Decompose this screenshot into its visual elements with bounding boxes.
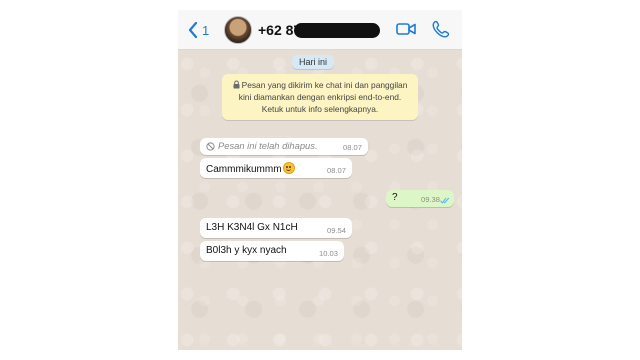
read-ticks-icon — [440, 197, 450, 204]
message-time: 10.03 — [318, 249, 338, 258]
message-time: 09.38 — [420, 195, 440, 204]
phone-icon — [432, 20, 450, 38]
message-time: 08.07 — [326, 166, 346, 175]
message-bubble-incoming[interactable]: Cammmikummm 08.07 — [200, 158, 352, 178]
lock-icon — [233, 80, 240, 89]
message-text: B0l3h y kyx nyach — [206, 245, 287, 256]
back-button[interactable]: 1 — [188, 18, 209, 42]
video-call-button[interactable] — [396, 22, 416, 41]
message-text: Pesan ini telah dihapus. — [218, 140, 318, 151]
encryption-notice-text: Pesan yang dikirim ke chat ini dan pangg… — [238, 80, 408, 114]
message-time: 09.54 — [326, 226, 346, 235]
redaction-bar — [294, 23, 380, 38]
message-text: ? — [392, 192, 398, 203]
message-bubble-deleted[interactable]: Pesan ini telah dihapus. 08.07 — [200, 138, 368, 155]
phone-screen: 1 +62 87 Hari ini Pesan yang dikirim ke … — [178, 10, 462, 350]
smiling-face-emoji-icon — [282, 162, 295, 174]
message-time: 08.07 — [342, 143, 362, 152]
unread-count: 1 — [202, 22, 210, 38]
message-bubble-outgoing[interactable]: ? 09.38 — [386, 190, 454, 207]
chevron-left-icon — [188, 21, 198, 39]
message-text: L3H K3N4l Gx N1cH — [206, 222, 298, 233]
deleted-message-icon — [206, 142, 215, 151]
chat-header: 1 +62 87 — [178, 10, 462, 50]
message-bubble-incoming[interactable]: B0l3h y kyx nyach 10.03 — [200, 241, 344, 261]
message-bubble-incoming[interactable]: L3H K3N4l Gx N1cH 09.54 — [200, 218, 352, 238]
video-call-icon — [396, 23, 416, 35]
voice-call-button[interactable] — [432, 20, 450, 43]
date-chip: Hari ini — [292, 55, 335, 69]
message-text: Cammmikummm — [206, 164, 282, 175]
encryption-notice[interactable]: Pesan yang dikirim ke chat ini dan pangg… — [222, 74, 418, 120]
contact-avatar[interactable] — [224, 16, 252, 44]
